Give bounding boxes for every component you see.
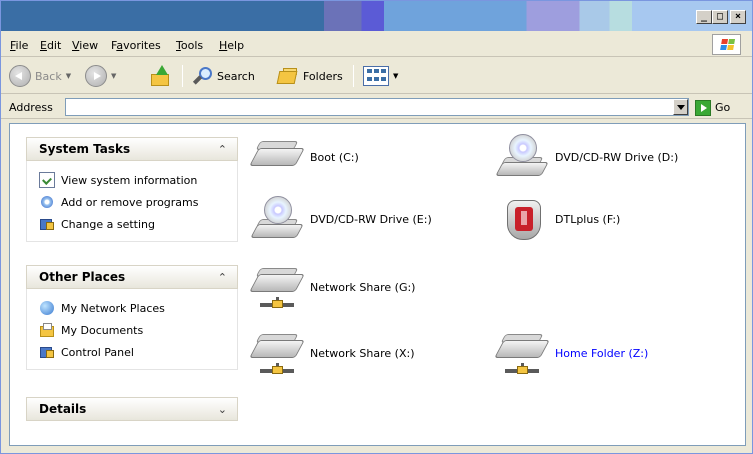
folders-label: Folders xyxy=(303,69,343,83)
content-area: System Tasks ⌃ View system information A… xyxy=(9,123,746,446)
network-drive-icon xyxy=(494,330,550,376)
views-button[interactable]: ▼ xyxy=(363,64,398,88)
maximize-button[interactable]: □ xyxy=(712,10,728,24)
drive-label: Network Share (G:) xyxy=(310,280,416,294)
collapse-chevron-icon[interactable]: ⌃ xyxy=(218,271,227,284)
other-places-panel: Other Places ⌃ My Network Places My Docu… xyxy=(26,265,238,370)
address-bar: Address Go xyxy=(1,95,752,119)
drive-dtlplus-f[interactable]: DTLplus (F:) xyxy=(497,196,620,242)
other-places-header[interactable]: Other Places ⌃ xyxy=(26,265,238,289)
forward-button[interactable]: ▼ xyxy=(85,64,116,88)
folder-up-icon xyxy=(149,65,171,87)
place-label: My Documents xyxy=(61,323,144,337)
task-label: Add or remove programs xyxy=(61,195,199,209)
drive-boot-c[interactable]: Boot (C:) xyxy=(249,134,359,180)
menu-help[interactable]: Help xyxy=(219,39,244,52)
toolbar-separator xyxy=(353,65,354,87)
drive-label: Boot (C:) xyxy=(310,150,359,164)
forward-arrow-icon xyxy=(85,65,107,87)
folders-button[interactable]: Folders xyxy=(276,64,343,88)
expand-chevron-icon[interactable]: ⌄ xyxy=(218,403,227,416)
panel-title: Details xyxy=(39,402,87,416)
task-change-setting[interactable]: Change a setting xyxy=(39,213,237,235)
drive-label: DTLplus (F:) xyxy=(555,212,621,226)
address-input[interactable] xyxy=(65,98,689,116)
menu-edit[interactable]: Edit xyxy=(40,39,61,52)
panel-title: System Tasks xyxy=(39,142,131,156)
toolbar-separator xyxy=(182,65,183,87)
place-label: My Network Places xyxy=(61,301,165,315)
collapse-chevron-icon[interactable]: ⌃ xyxy=(218,143,227,156)
system-tasks-panel: System Tasks ⌃ View system information A… xyxy=(26,137,238,242)
task-label: Change a setting xyxy=(61,217,155,231)
network-drive-icon xyxy=(249,264,305,310)
task-label: View system information xyxy=(61,173,198,187)
drive-label: Home Folder (Z:) xyxy=(555,346,649,360)
details-header[interactable]: Details ⌄ xyxy=(26,397,238,421)
place-label: Control Panel xyxy=(61,345,134,359)
chevron-down-icon[interactable]: ▼ xyxy=(66,72,71,80)
cd-drive-icon xyxy=(250,196,304,242)
network-drive-icon xyxy=(249,330,305,376)
drive-dvd-d[interactable]: DVD/CD-RW Drive (D:) xyxy=(495,134,679,180)
back-label: Back xyxy=(35,69,62,83)
usb-drive-icon xyxy=(497,196,549,242)
minimize-button[interactable]: _ xyxy=(696,10,712,24)
drive-label: DVD/CD-RW Drive (E:) xyxy=(310,212,432,226)
menu-bar: File Edit View Favorites Tools Help xyxy=(1,32,752,57)
search-label: Search xyxy=(217,69,255,83)
panel-title: Other Places xyxy=(39,270,126,284)
chevron-down-icon[interactable]: ▼ xyxy=(393,72,398,80)
title-bar[interactable]: _ □ × xyxy=(1,1,752,31)
explorer-window: _ □ × File Edit View Favorites Tools Hel… xyxy=(0,0,753,454)
details-panel: Details ⌄ xyxy=(26,397,238,421)
control-panel-icon xyxy=(39,216,55,232)
search-button[interactable]: Search xyxy=(191,64,255,88)
menu-file[interactable]: File xyxy=(10,39,28,52)
window-controls: _ □ × xyxy=(696,10,746,24)
address-label: Address xyxy=(9,101,53,114)
drive-label: Network Share (X:) xyxy=(310,346,415,360)
views-icon xyxy=(363,66,389,86)
drive-dvd-e[interactable]: DVD/CD-RW Drive (E:) xyxy=(250,196,432,242)
drive-label: DVD/CD-RW Drive (D:) xyxy=(555,150,679,164)
back-arrow-icon xyxy=(9,65,31,87)
go-arrow-icon xyxy=(695,99,711,116)
system-info-icon xyxy=(39,172,55,188)
folders-icon xyxy=(276,65,299,87)
address-dropdown-button[interactable] xyxy=(673,99,688,115)
windows-logo-icon xyxy=(712,34,741,55)
search-icon xyxy=(191,65,213,87)
add-remove-programs-icon xyxy=(39,194,55,210)
up-button[interactable] xyxy=(149,64,171,88)
place-my-network-places[interactable]: My Network Places xyxy=(39,297,237,319)
toolbar: Back ▼ ▼ Search Folders ▼ xyxy=(1,58,752,94)
cd-drive-icon xyxy=(495,134,549,180)
place-my-documents[interactable]: My Documents xyxy=(39,319,237,341)
place-control-panel[interactable]: Control Panel xyxy=(39,341,237,363)
drive-network-g[interactable]: Network Share (G:) xyxy=(249,264,416,310)
network-places-icon xyxy=(39,300,55,316)
go-button[interactable]: Go xyxy=(695,99,730,116)
chevron-down-icon[interactable]: ▼ xyxy=(111,72,116,80)
menu-tools[interactable]: Tools xyxy=(176,39,203,52)
control-panel-icon xyxy=(39,344,55,360)
task-view-system-information[interactable]: View system information xyxy=(39,169,237,191)
go-label: Go xyxy=(715,101,731,114)
drive-network-x[interactable]: Network Share (X:) xyxy=(249,330,415,376)
task-add-remove-programs[interactable]: Add or remove programs xyxy=(39,191,237,213)
menu-view[interactable]: View xyxy=(72,39,98,52)
back-button[interactable]: Back ▼ xyxy=(9,64,71,88)
system-tasks-header[interactable]: System Tasks ⌃ xyxy=(26,137,238,161)
menu-favorites[interactable]: Favorites xyxy=(111,39,161,52)
my-documents-icon xyxy=(39,322,55,338)
close-button[interactable]: × xyxy=(730,10,746,24)
drive-home-z[interactable]: Home Folder (Z:) xyxy=(494,330,649,376)
hard-drive-icon xyxy=(249,134,305,180)
